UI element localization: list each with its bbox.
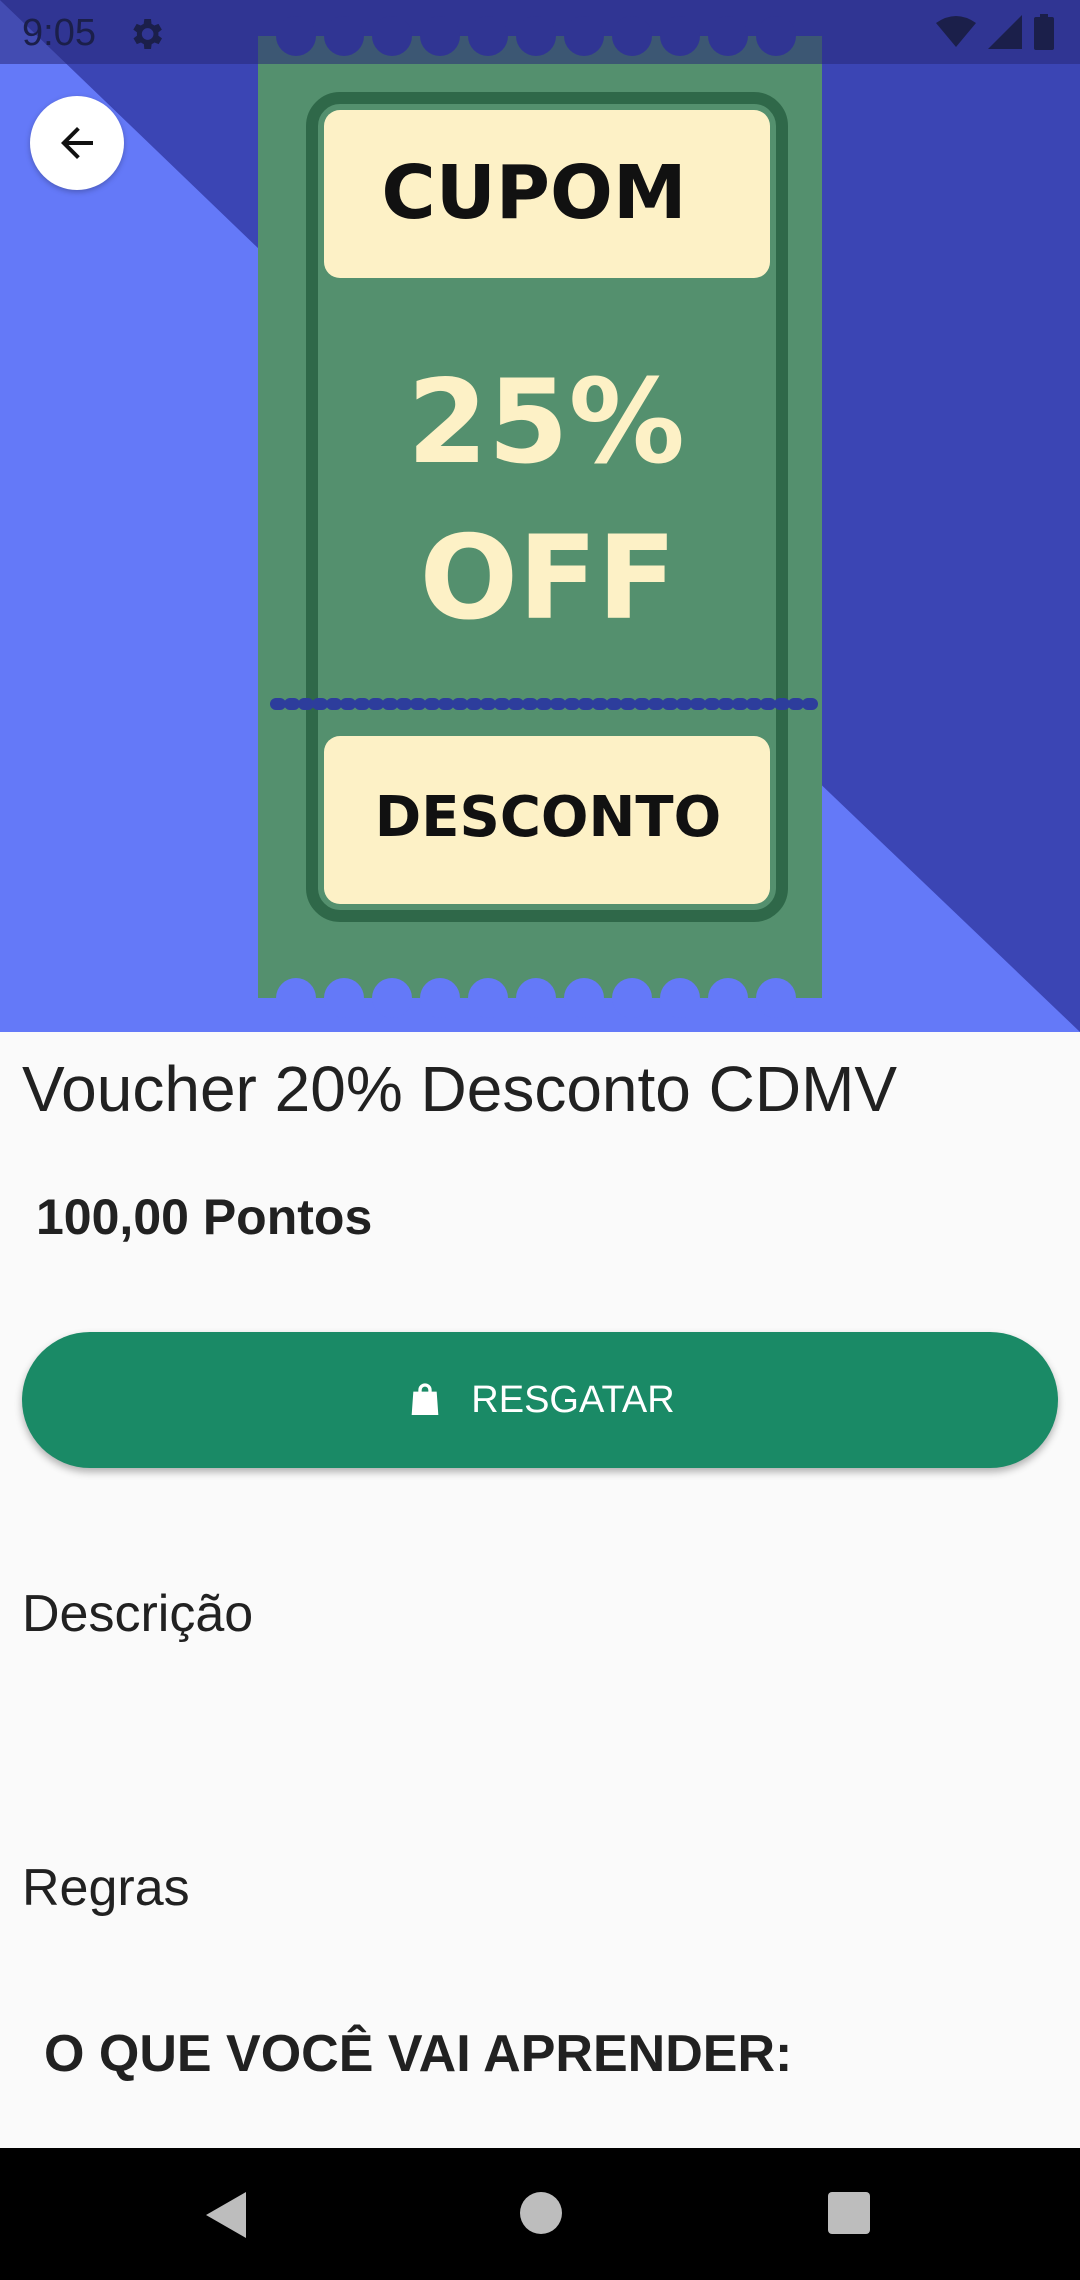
learn-heading: O QUE VOCÊ VAI APRENDER:: [44, 2025, 793, 2083]
shopping-bag-icon: [411, 1383, 439, 1415]
coupon-percent-text: 25%: [407, 355, 685, 490]
product-points: 100,00 Pontos: [36, 1189, 373, 1245]
battery-icon: [1034, 14, 1054, 50]
nav-back-icon[interactable]: [204, 2190, 250, 2240]
system-nav-bar: [0, 2148, 1080, 2280]
rules-heading: Regras: [22, 1859, 190, 1917]
coupon-top-text: CUPOM: [381, 150, 686, 236]
gear-icon: [133, 19, 162, 49]
status-icons: [936, 14, 1054, 50]
coupon-illustration: CUPOM 25% OFF DESCONTO: [0, 0, 1080, 1032]
coupon-bottom-text: DESCONTO: [375, 785, 721, 850]
wifi-icon: [936, 16, 976, 47]
redeem-button-label: RESGATAR: [471, 1378, 675, 1421]
back-button[interactable]: [30, 96, 124, 190]
redeem-button[interactable]: RESGATAR: [22, 1332, 1058, 1468]
arrow-left-icon: [61, 127, 93, 159]
coupon-off-text: OFF: [419, 511, 676, 646]
description-heading: Descrição: [22, 1585, 254, 1643]
product-title: Voucher 20% Desconto CDMV: [22, 1053, 898, 1125]
nav-recent-icon[interactable]: [828, 2192, 870, 2234]
nav-home-icon[interactable]: [520, 2192, 562, 2234]
coupon-banner-image: CUPOM 25% OFF DESCONTO: [0, 0, 1080, 1032]
status-bar: 9:05: [0, 0, 1080, 64]
signal-icon: [988, 15, 1022, 49]
status-time: 9:05: [22, 12, 96, 54]
